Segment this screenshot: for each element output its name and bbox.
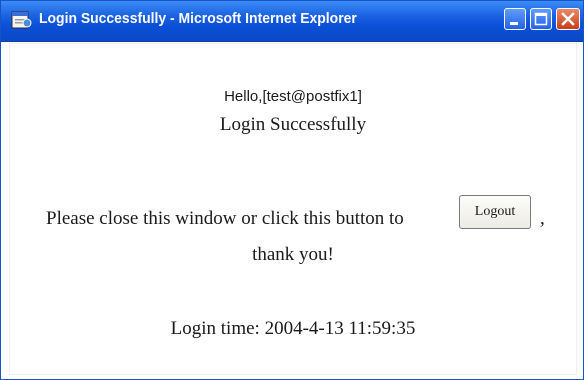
maximize-icon (534, 12, 548, 26)
minimize-button[interactable] (504, 8, 526, 30)
login-time-label: Login time: (170, 318, 265, 339)
instruction-text: Please close this window or click this b… (46, 208, 404, 229)
success-message: Login Successfully (219, 114, 367, 135)
browser-window: Login Successfully - Microsoft Internet … (0, 0, 584, 380)
window-title: Login Successfully - Microsoft Internet … (39, 10, 357, 27)
login-time: Login time: 2004-4-13 11:59:35 (10, 318, 576, 340)
close-icon (561, 12, 575, 26)
title-bar[interactable]: Login Successfully - Microsoft Internet … (1, 1, 583, 42)
instruction-comma: , (540, 208, 545, 229)
maximize-button[interactable] (530, 8, 552, 30)
page-content: Hello,[test@postfix1] Login Successfully… (9, 43, 577, 375)
logout-button[interactable]: Logout (459, 195, 531, 229)
close-button[interactable] (556, 8, 580, 30)
minimize-icon (510, 22, 518, 25)
greeting-text: Hello,[test@postfix1] (224, 88, 362, 105)
thanks-text: thank you! (252, 244, 334, 265)
login-time-value: 2004-4-13 11:59:35 (264, 318, 416, 339)
ie-page-icon (11, 10, 33, 30)
